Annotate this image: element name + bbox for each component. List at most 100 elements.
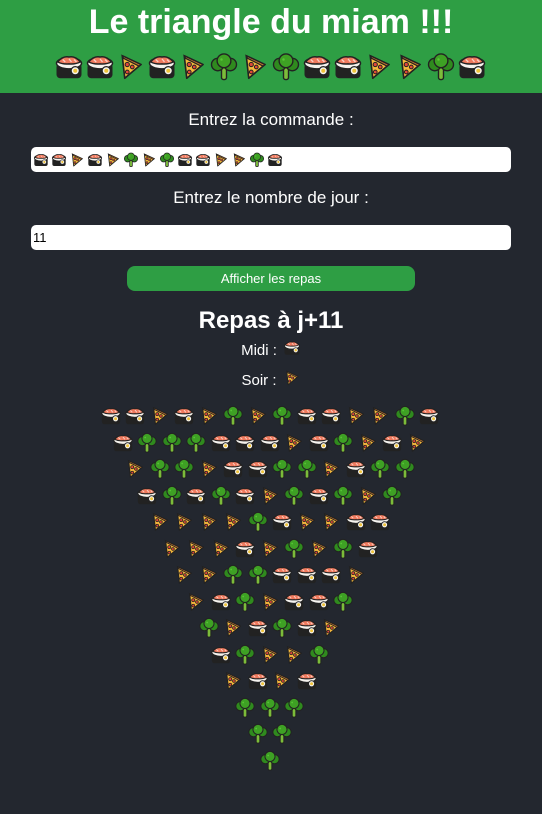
triangle-row <box>198 615 345 642</box>
pizza-icon <box>198 511 220 533</box>
pizza-icon <box>116 52 146 82</box>
pizza-icon <box>345 405 367 427</box>
pizza-icon <box>231 152 247 168</box>
sushi-icon <box>283 591 305 613</box>
sushi-icon <box>112 432 134 454</box>
broccoli-icon <box>198 617 220 639</box>
sushi-icon <box>345 511 367 533</box>
broccoli-icon <box>123 152 139 168</box>
sushi-icon <box>234 485 256 507</box>
sushi-icon <box>210 432 232 454</box>
triangle-row <box>149 509 394 536</box>
pizza-icon <box>259 485 281 507</box>
sushi-icon <box>302 52 332 82</box>
pizza-icon <box>345 564 367 586</box>
sushi-icon <box>283 339 301 357</box>
pizza-icon <box>222 511 244 533</box>
broccoli-icon <box>308 644 330 666</box>
sushi-icon <box>457 52 487 82</box>
sushi-icon <box>147 52 177 82</box>
header-icon-row <box>0 52 542 82</box>
sushi-icon <box>333 52 363 82</box>
result-title: Repas à j+11 <box>198 307 344 334</box>
broccoli-icon <box>185 432 207 454</box>
sushi-icon <box>381 432 403 454</box>
triangle-row <box>247 721 296 748</box>
pizza-icon <box>198 405 220 427</box>
broccoli-icon <box>259 697 281 719</box>
sushi-icon <box>210 591 232 613</box>
sushi-icon <box>177 152 193 168</box>
sushi-icon <box>418 405 440 427</box>
pizza-icon <box>222 617 244 639</box>
pizza-icon <box>308 538 330 560</box>
sushi-icon <box>124 405 146 427</box>
broccoli-icon <box>332 538 354 560</box>
broccoli-icon <box>234 697 256 719</box>
pizza-icon <box>320 458 342 480</box>
pizza-icon <box>124 458 146 480</box>
sushi-icon <box>320 564 342 586</box>
meal-triangle <box>0 403 542 774</box>
triangle-row <box>210 642 333 669</box>
sushi-icon <box>33 152 49 168</box>
sushi-icon <box>357 538 379 560</box>
broccoli-icon <box>259 750 281 772</box>
broccoli-icon <box>332 485 354 507</box>
pizza-icon <box>296 511 318 533</box>
pizza-icon <box>259 644 281 666</box>
pizza-icon <box>271 670 293 692</box>
header: Le triangle du miam !!! <box>0 0 542 93</box>
sushi-icon <box>100 405 122 427</box>
sushi-icon <box>210 644 232 666</box>
pizza-icon <box>173 564 195 586</box>
triangle-row <box>124 456 418 483</box>
sushi-icon <box>308 432 330 454</box>
sushi-icon <box>185 485 207 507</box>
pizza-icon <box>161 538 183 560</box>
broccoli-icon <box>271 723 293 745</box>
midi-label: Midi : <box>241 341 277 359</box>
pizza-icon <box>283 432 305 454</box>
pizza-icon <box>357 485 379 507</box>
sushi-icon <box>247 458 269 480</box>
sushi-icon <box>271 511 293 533</box>
triangle-row <box>173 562 369 589</box>
page-title: Le triangle du miam !!! <box>88 3 454 41</box>
pizza-icon <box>222 670 244 692</box>
command-input[interactable] <box>31 147 511 172</box>
broccoli-icon <box>136 432 158 454</box>
sushi-icon <box>234 538 256 560</box>
sushi-icon <box>85 52 115 82</box>
sushi-icon <box>308 591 330 613</box>
sushi-icon <box>320 405 342 427</box>
broccoli-icon <box>394 405 416 427</box>
sushi-icon <box>369 511 391 533</box>
broccoli-icon <box>161 485 183 507</box>
show-meals-button[interactable]: Afficher les repas <box>127 266 415 291</box>
pizza-icon <box>369 405 391 427</box>
broccoli-icon <box>271 405 293 427</box>
sushi-icon <box>195 152 211 168</box>
broccoli-icon <box>209 52 239 82</box>
pizza-icon <box>283 644 305 666</box>
pizza-icon <box>185 538 207 560</box>
broccoli-icon <box>173 458 195 480</box>
broccoli-icon <box>296 458 318 480</box>
pizza-icon <box>198 564 220 586</box>
sushi-icon <box>87 152 103 168</box>
days-input[interactable] <box>31 225 511 250</box>
pizza-icon <box>283 369 301 387</box>
broccoli-icon <box>271 458 293 480</box>
sushi-icon <box>234 432 256 454</box>
sushi-icon <box>345 458 367 480</box>
broccoli-icon <box>283 538 305 560</box>
broccoli-icon <box>247 511 269 533</box>
pizza-icon <box>320 511 342 533</box>
days-label: Entrez le nombre de jour : <box>173 188 369 207</box>
pizza-icon <box>149 511 171 533</box>
sushi-icon <box>296 617 318 639</box>
sushi-icon <box>54 52 84 82</box>
sushi-icon <box>222 458 244 480</box>
broccoli-icon <box>247 564 269 586</box>
